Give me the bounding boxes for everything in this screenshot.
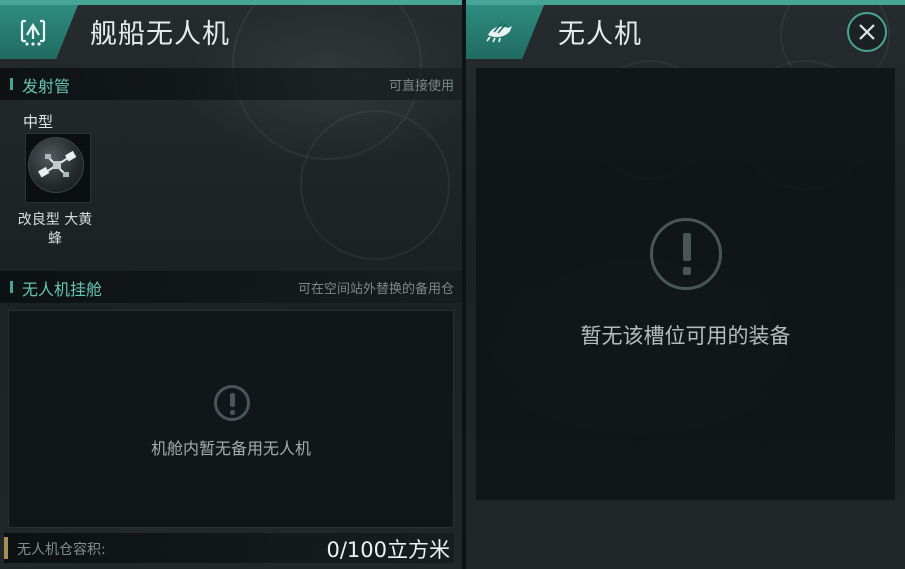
drone-bay-capacity: 无人机仓容积: 0/100立方米 bbox=[4, 533, 454, 563]
header-accent-line bbox=[466, 0, 905, 5]
section-marker bbox=[10, 78, 13, 90]
equipment-list-area: 暂无该槽位可用的装备 bbox=[476, 68, 895, 500]
right-panel-header: 无人机 bbox=[466, 0, 905, 62]
section-marker bbox=[10, 281, 13, 293]
capacity-value: 0/100立方米 bbox=[326, 538, 450, 562]
drone-bay-hint: 可在空间站外替换的备用仓 bbox=[297, 282, 454, 297]
close-button[interactable] bbox=[847, 12, 887, 52]
drone-name: 改良型 大黄蜂 bbox=[17, 212, 93, 247]
capacity-tag bbox=[4, 537, 8, 559]
slot-size-label: 中型 bbox=[23, 113, 54, 131]
alert-icon bbox=[650, 218, 722, 290]
drone-bee-icon bbox=[486, 22, 512, 43]
left-panel-header: 舰船无人机 bbox=[0, 0, 462, 62]
launch-tubes-title: 发射管 bbox=[22, 77, 71, 96]
left-panel-title: 舰船无人机 bbox=[90, 19, 230, 50]
drone-bay-area: 机舱内暂无备用无人机 bbox=[8, 310, 454, 528]
drone-bay-section-header: 无人机挂舱 可在空间站外替换的备用仓 bbox=[0, 271, 462, 303]
drone-bay-empty-message: 机舱内暂无备用无人机 bbox=[150, 439, 311, 458]
header-accent-line bbox=[0, 0, 462, 5]
close-icon bbox=[859, 24, 875, 40]
alert-icon bbox=[214, 385, 250, 421]
drone-slot[interactable]: 中型 改良型 大黄蜂 bbox=[16, 107, 94, 255]
drone-icon bbox=[28, 137, 84, 193]
no-equipment-message: 暂无该槽位可用的装备 bbox=[580, 324, 791, 348]
ship-drones-panel: 舰船无人机 发射管 可直接使用 中型 改良型 大黄蜂 无人机挂舱 可在空间站外替… bbox=[0, 0, 462, 569]
drones-select-panel: 无人机 暂无该槽位可用的装备 bbox=[466, 0, 905, 569]
ship-drone-icon bbox=[20, 19, 46, 46]
right-panel-title: 无人机 bbox=[558, 19, 642, 50]
drone-bay-title: 无人机挂舱 bbox=[22, 280, 103, 299]
header-icon-box bbox=[466, 5, 544, 59]
capacity-label: 无人机仓容积: bbox=[17, 542, 106, 558]
launch-tubes-hint: 可直接使用 bbox=[388, 79, 454, 94]
header-icon-box bbox=[0, 5, 78, 59]
launch-tubes-section-header: 发射管 可直接使用 bbox=[0, 68, 462, 100]
